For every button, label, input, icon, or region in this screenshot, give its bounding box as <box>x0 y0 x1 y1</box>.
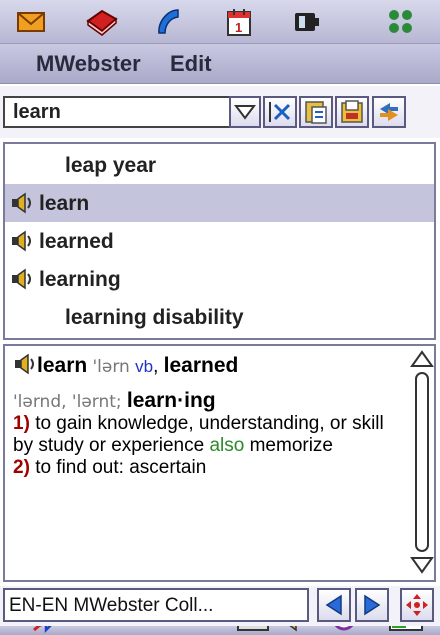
app-window: 1 MWebster Edit learn leap year learn le… <box>0 0 440 635</box>
scrollbar[interactable] <box>410 350 434 576</box>
clipboard-icon <box>305 101 327 124</box>
list-item[interactable]: leap year <box>5 146 434 184</box>
status-bar <box>0 626 440 635</box>
word-list: leap year learn learned learning learnin… <box>3 142 436 340</box>
menu-mwebster[interactable]: MWebster <box>36 51 141 77</box>
headword: learn <box>37 354 88 377</box>
pronunciation: 'lərn <box>92 357 130 377</box>
mail-icon[interactable] <box>14 6 48 38</box>
list-item-word: learn <box>39 192 90 215</box>
speaker-icon[interactable] <box>9 192 35 220</box>
battery-app-icon[interactable] <box>290 6 324 38</box>
list-item[interactable]: learned <box>5 222 434 260</box>
open-clipboard-button[interactable] <box>335 96 369 128</box>
scroll-down-icon[interactable] <box>410 556 434 574</box>
chevron-down-icon <box>234 105 256 120</box>
books-icon[interactable] <box>84 6 118 38</box>
search-input[interactable]: learn <box>3 96 229 128</box>
arrow-left-icon <box>325 594 342 616</box>
inflection: learned <box>163 354 239 377</box>
separator: , <box>153 356 159 377</box>
scrollbar-thumb[interactable] <box>415 372 429 552</box>
next-word-button[interactable] <box>355 588 389 622</box>
list-item[interactable]: learning disability <box>5 298 434 336</box>
speaker-icon[interactable] <box>9 268 35 296</box>
bluetooth-off-icon[interactable] <box>30 626 64 634</box>
paste-button[interactable] <box>299 96 333 128</box>
list-item-word: learning <box>39 268 121 291</box>
scroll-up-icon[interactable] <box>410 350 434 368</box>
clear-icon <box>269 102 291 122</box>
dictionary-selector[interactable]: EN-EN MWebster Coll... <box>3 588 309 622</box>
arrow-right-icon <box>364 594 381 616</box>
list-item-word: learned <box>39 230 114 253</box>
volume-icon[interactable] <box>284 626 308 634</box>
document-icon <box>341 100 363 123</box>
list-item[interactable]: learning <box>5 260 434 298</box>
sense-text: to find out: ascertain <box>35 457 207 478</box>
cross-reference[interactable]: memorize <box>250 435 333 456</box>
phone-icon[interactable] <box>152 6 186 38</box>
speaker-icon[interactable] <box>9 230 35 258</box>
list-item-word: leap year <box>65 154 157 177</box>
battery-icon[interactable] <box>386 626 430 634</box>
sense-number: 1) <box>13 413 30 434</box>
cross-reference-label: also <box>209 435 245 456</box>
clock-icon[interactable] <box>330 626 358 634</box>
part-of-speech: vb <box>135 357 154 376</box>
menu-bar: MWebster Edit <box>0 44 440 84</box>
list-item-word: learning disability <box>65 306 244 329</box>
clear-search-button[interactable] <box>263 96 297 128</box>
dictionary-nav-bar: EN-EN MWebster Coll... <box>0 586 440 626</box>
list-item-selected[interactable]: learn <box>5 184 434 222</box>
sense-number: 2) <box>13 457 30 478</box>
speaker-icon[interactable] <box>13 353 37 377</box>
inflection: learn·ing <box>126 389 216 412</box>
switch-dictionary-button[interactable] <box>372 96 406 128</box>
navigate-button[interactable] <box>400 588 434 622</box>
apps-grid-icon[interactable] <box>384 6 418 38</box>
swap-icon <box>380 103 398 121</box>
search-toolbar: learn <box>0 86 440 138</box>
svg-text:1: 1 <box>235 20 242 35</box>
menu-edit[interactable]: Edit <box>170 51 212 77</box>
definition-text: learn 'lərn vb, learned 'lərnd, 'lərnt; … <box>13 353 399 479</box>
move-cross-icon <box>406 594 428 616</box>
definition-pane[interactable]: learn 'lərn vb, learned 'lərnd, 'lərnt; … <box>3 344 436 582</box>
history-dropdown-button[interactable] <box>229 96 261 128</box>
previous-word-button[interactable] <box>317 588 351 622</box>
calendar-icon[interactable]: 1 <box>222 6 256 38</box>
keyboard-icon[interactable] <box>236 626 270 634</box>
pronunciation: 'lərnd, 'lərnt; <box>13 392 122 412</box>
app-launcher-bar: 1 <box>0 0 440 44</box>
